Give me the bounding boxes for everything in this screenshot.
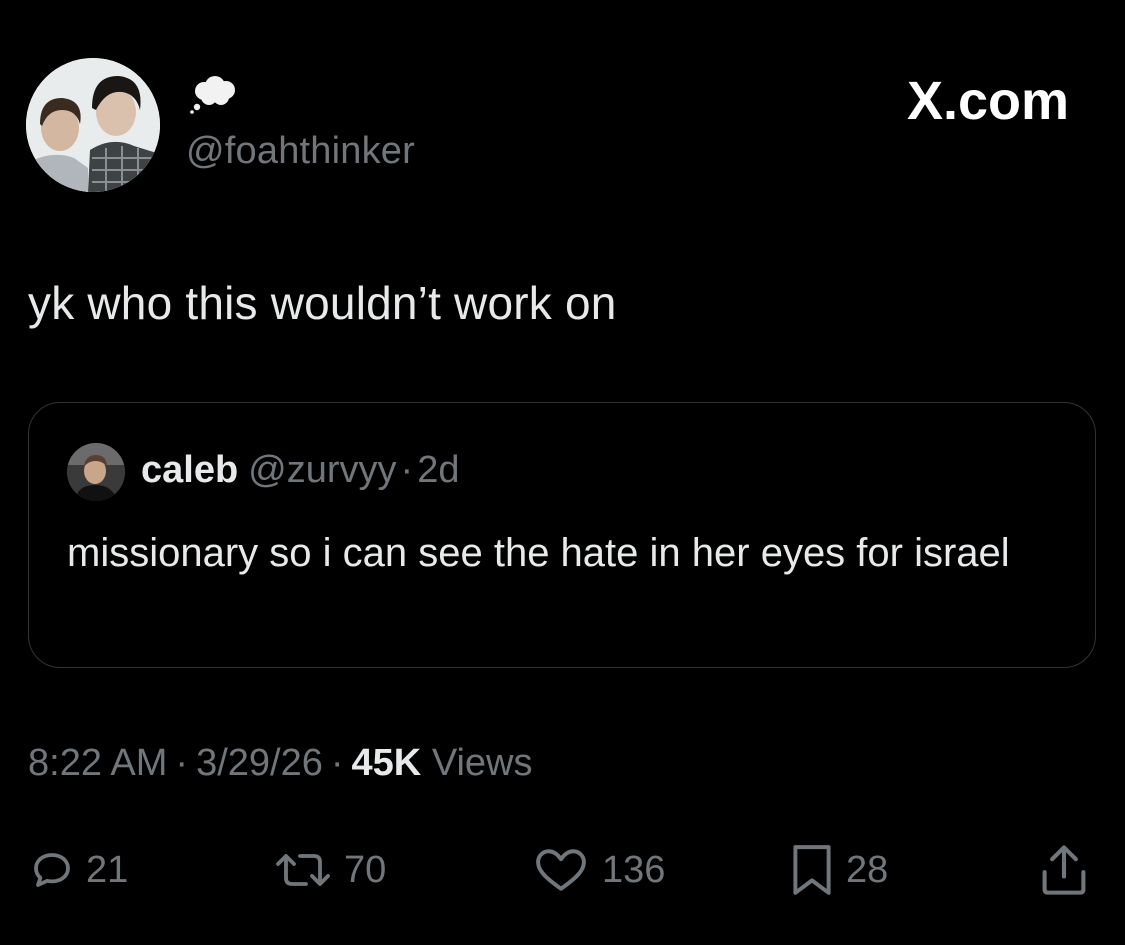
quoted-post-card[interactable]: caleb @zurvyy · 2d missionary so i can see … [28, 402, 1096, 668]
bookmark-button[interactable]: 28 [788, 838, 888, 902]
post-meta: 8:22 AM · 3/29/26 · 45K Views [28, 742, 533, 785]
post-date[interactable]: 3/29/26 [196, 742, 323, 784]
like-count: 136 [602, 848, 666, 891]
like-button[interactable]: 136 [530, 838, 665, 902]
action-bar: 21 70 136 28 [0, 838, 1125, 902]
post-text: yk who this wouldn’t work on [28, 277, 617, 329]
repost-count: 70 [344, 848, 387, 891]
reply-button[interactable]: 21 [28, 838, 128, 902]
post-time[interactable]: 8:22 AM [28, 742, 167, 784]
share-button[interactable] [1038, 838, 1090, 902]
profile-avatar[interactable] [26, 58, 160, 192]
quoted-author-handle[interactable]: @zurvyy [248, 449, 396, 491]
views-label[interactable]: Views [432, 742, 533, 784]
quoted-post-age[interactable]: 2d [417, 449, 459, 491]
reply-icon [34, 853, 70, 887]
thought-bubble-icon [188, 74, 242, 114]
reply-count: 21 [86, 848, 129, 891]
repost-button[interactable]: 70 [272, 838, 386, 902]
author-handle[interactable]: @foahthinker [186, 130, 415, 173]
bookmark-icon [793, 845, 831, 895]
quoted-header-separator: · [400, 449, 414, 491]
brand-text: X.com [906, 71, 1069, 131]
heart-icon [536, 849, 586, 891]
meta-separator: · [330, 742, 344, 784]
quoted-author-avatar[interactable] [67, 443, 125, 501]
quoted-post-text: missionary so i can see the hate in her … [67, 531, 1010, 575]
share-icon [1042, 845, 1086, 895]
brand-logo: X.com [907, 70, 1069, 132]
repost-icon [276, 854, 330, 886]
quoted-author-name[interactable]: caleb [141, 449, 238, 491]
quoted-post-header: caleb @zurvyy · 2d [141, 449, 459, 492]
views-count[interactable]: 45K [352, 742, 422, 784]
bookmark-count: 28 [846, 848, 889, 891]
meta-separator: · [175, 742, 189, 784]
